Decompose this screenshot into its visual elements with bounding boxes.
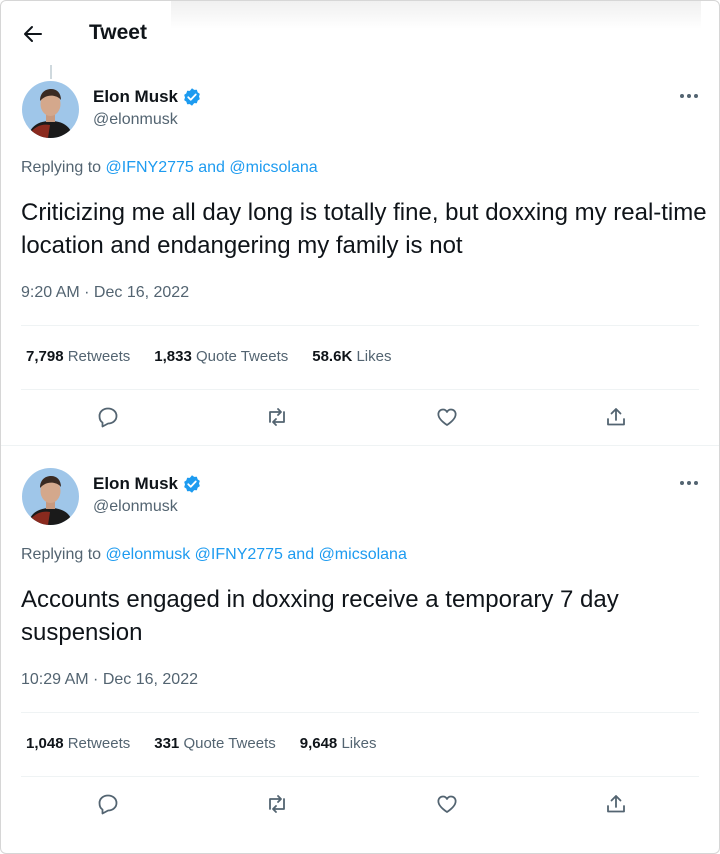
replying-joiner: and	[198, 159, 225, 176]
retweet-icon[interactable]	[265, 405, 289, 429]
author-name[interactable]: Elon Musk	[93, 474, 178, 494]
like-icon[interactable]	[435, 792, 459, 816]
retweet-icon[interactable]	[265, 792, 289, 816]
likes-stat[interactable]: 58.6K Likes	[312, 348, 391, 365]
arrow-left-icon[interactable]	[21, 22, 45, 46]
mention-link[interactable]: @micsolana	[229, 159, 317, 176]
mention-link[interactable]: @micsolana	[319, 546, 407, 563]
reply-icon[interactable]	[96, 792, 120, 816]
header-bar: Tweet	[1, 1, 719, 67]
retweets-stat[interactable]: 7,798 Retweets	[26, 348, 130, 365]
tweet-separator	[1, 445, 719, 446]
verified-badge-icon	[182, 87, 202, 107]
verified-badge-icon	[182, 474, 202, 494]
author-name[interactable]: Elon Musk	[93, 87, 178, 107]
retweets-stat[interactable]: 1,048 Retweets	[26, 735, 130, 752]
thread-connector	[50, 65, 52, 79]
tweet-text: Accounts engaged in doxxing receive a te…	[21, 586, 619, 646]
quote-tweets-stat[interactable]: 331 Quote Tweets	[154, 735, 275, 752]
page-title: Tweet	[89, 21, 147, 44]
tweet-timestamp[interactable]: 9:20 AM · Dec 16, 2022	[21, 284, 189, 302]
divider	[21, 712, 699, 713]
avatar[interactable]	[22, 468, 79, 525]
quote-tweets-stat[interactable]: 1,833 Quote Tweets	[154, 348, 288, 365]
mention-link[interactable]: @elonmusk	[106, 546, 191, 563]
replying-prefix: Replying to	[21, 546, 102, 563]
likes-stat[interactable]: 9,648 Likes	[300, 735, 377, 752]
tweet-thread-window: Tweet Elon Musk @elonmusk Replying to @I…	[0, 0, 720, 854]
divider	[21, 325, 699, 326]
more-options-icon[interactable]	[678, 92, 700, 100]
replying-joiner: and	[287, 546, 315, 563]
author-handle[interactable]: @elonmusk	[93, 498, 178, 516]
like-icon[interactable]	[435, 405, 459, 429]
replying-prefix: Replying to	[21, 159, 102, 176]
mention-link[interactable]: @IFNY2775	[195, 546, 283, 563]
more-options-icon[interactable]	[678, 479, 700, 487]
replying-to: Replying to @IFNY2775 and @micsolana	[21, 159, 318, 177]
reply-icon[interactable]	[96, 405, 120, 429]
avatar[interactable]	[22, 81, 79, 138]
divider	[21, 776, 699, 777]
tweet-stats: 1,048 Retweets 331 Quote Tweets 9,648 Li…	[26, 735, 400, 752]
author-row: Elon Musk	[93, 87, 202, 107]
divider	[21, 389, 699, 390]
author-handle[interactable]: @elonmusk	[93, 111, 178, 129]
share-icon[interactable]	[604, 792, 628, 816]
tweet-stats: 7,798 Retweets 1,833 Quote Tweets 58.6K …	[26, 348, 415, 365]
replying-to: Replying to @elonmusk @IFNY2775 and @mic…	[21, 546, 407, 564]
tweet-timestamp[interactable]: 10:29 AM · Dec 16, 2022	[21, 671, 198, 689]
mention-link[interactable]: @IFNY2775	[106, 159, 194, 176]
tweet-text: Criticizing me all day long is totally f…	[21, 199, 707, 259]
author-row: Elon Musk	[93, 474, 202, 494]
share-icon[interactable]	[604, 405, 628, 429]
